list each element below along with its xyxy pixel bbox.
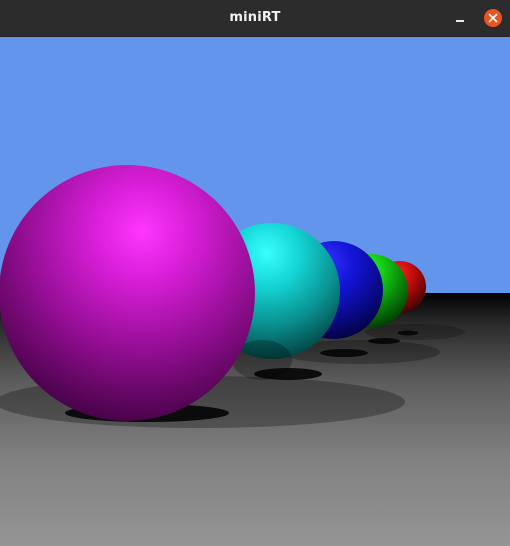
app-window: miniRT (0, 0, 510, 546)
contact-shadow (368, 338, 400, 344)
window-title: miniRT (229, 10, 281, 25)
close-icon[interactable] (484, 9, 502, 27)
title-bar[interactable]: miniRT (0, 0, 510, 37)
minimize-icon[interactable] (451, 9, 469, 27)
contact-shadow (398, 330, 418, 336)
contact-shadow (320, 349, 368, 357)
magenta-sphere (0, 165, 255, 421)
render-canvas (0, 37, 510, 546)
